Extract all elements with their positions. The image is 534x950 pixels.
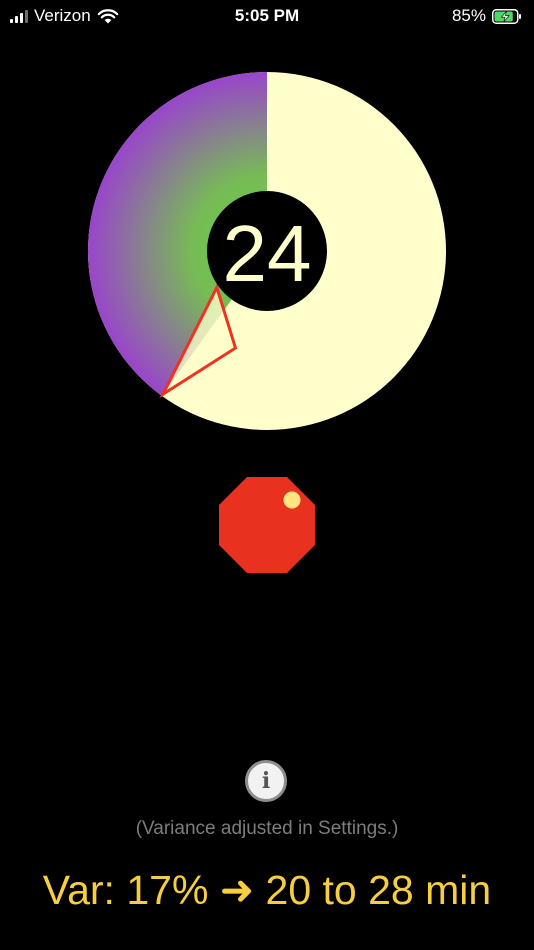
info-button[interactable]: i [245,760,287,802]
battery-percent: 85% [451,6,486,25]
status-indicator-dot [283,491,301,509]
status-bar: Verizon 5:05 PM 85% [0,0,534,34]
info-icon: i [261,768,271,794]
variance-summary: Var: 17% ➜ 20 to 28 min [42,867,492,913]
status-right: 85% [452,6,522,26]
stop-button[interactable] [219,477,315,573]
dial-value: 24 [223,209,312,298]
stop-octagon-icon [219,477,315,573]
battery-charging-icon [492,8,521,24]
timer-dial[interactable]: 24 [87,71,447,431]
variance-note: (Variance adjusted in Settings.) [135,818,399,839]
